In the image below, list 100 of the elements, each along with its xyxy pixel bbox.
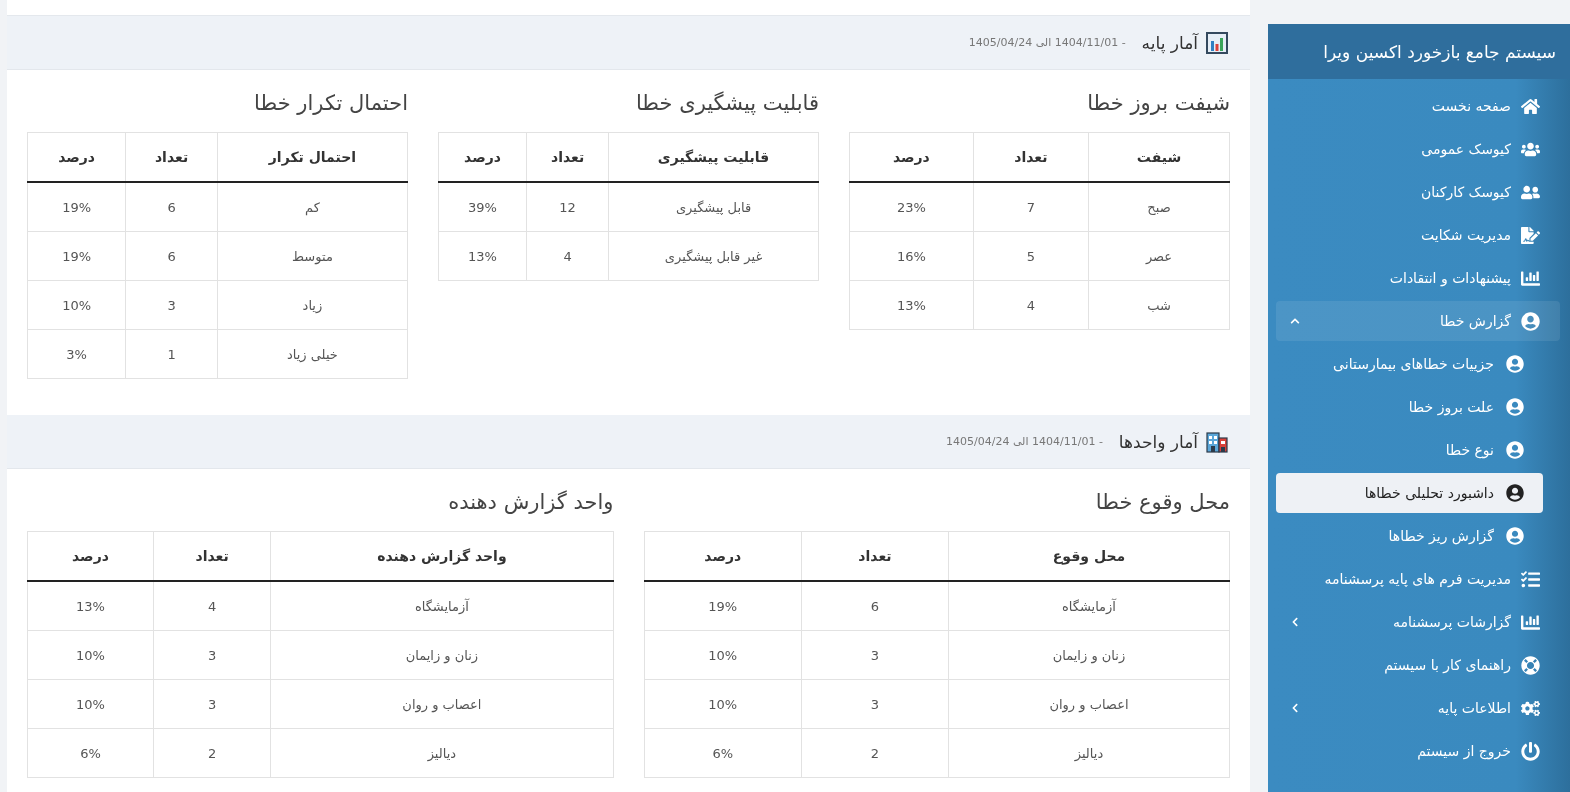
table-cell: صبح <box>1088 182 1230 232</box>
table-cell: زنان و زایمان <box>270 630 613 680</box>
table-title: احتمال تکرار خطا <box>254 90 408 117</box>
table-cell: 19% <box>27 231 126 281</box>
submenu-item[interactable]: نوع خطا <box>1276 430 1543 470</box>
section-title: آمار پایه <box>1141 32 1198 53</box>
table-cell: 4 <box>526 231 609 281</box>
table-cell: 10% <box>644 630 802 680</box>
column-header: قابلیت پیشگیری <box>608 132 819 182</box>
table-cell: 2 <box>801 728 949 778</box>
checklist-icon <box>1521 569 1540 589</box>
table-title: واحد گزارش دهنده <box>448 489 614 516</box>
bar-chart-icon <box>1206 31 1228 54</box>
table-cell: 19% <box>644 581 802 631</box>
column-header: تعداد <box>153 531 271 581</box>
submenu-item[interactable]: گزارش ریز خطاها <box>1276 516 1543 556</box>
bar-chart-icon <box>1521 268 1540 288</box>
table-cell: 6 <box>801 581 949 631</box>
table-cell: 3 <box>153 679 271 729</box>
table-cell: عصر <box>1088 231 1230 281</box>
table-cell: 3 <box>153 630 271 680</box>
table-cell: 7 <box>973 182 1089 232</box>
column-header: تعداد <box>526 132 609 182</box>
table-cell: اعصاب و روان <box>948 679 1230 729</box>
column-header: شیفت <box>1088 132 1230 182</box>
column-header: تعداد <box>973 132 1089 182</box>
bar-chart-icon <box>1521 612 1540 632</box>
table-cell: 6 <box>125 231 218 281</box>
table-cell: 19% <box>27 182 126 232</box>
menu-item[interactable]: پیشنهادات و انتقادات <box>1276 258 1560 298</box>
column-header: احتمال تکرار <box>217 132 408 182</box>
submenu-item[interactable]: داشبورد تحلیلی خطاها <box>1276 473 1543 513</box>
table-cell: 4 <box>973 280 1089 330</box>
table-cell: 6% <box>644 728 802 778</box>
table-cell: خیلی زیاد <box>217 329 408 379</box>
table-cell: متوسط <box>217 231 408 281</box>
building-icon <box>1206 430 1228 453</box>
table-cell: غیر قابل پیشگیری <box>608 231 819 281</box>
table-cell: 3 <box>801 630 949 680</box>
table-cell: زنان و زایمان <box>948 630 1230 680</box>
menu-item[interactable]: مدیریت فرم های پایه پرسشنامه <box>1276 559 1560 599</box>
table-cell: 16% <box>849 231 974 281</box>
column-header: واحد گزارش دهنده <box>270 531 613 581</box>
menu-item[interactable]: صفحه نخست <box>1276 86 1560 126</box>
table-cell: اعصاب و روان <box>270 679 613 729</box>
menu-item[interactable]: مدیریت شکایت <box>1276 215 1560 255</box>
table-cell: 5 <box>973 231 1089 281</box>
home-icon <box>1521 96 1540 116</box>
table-cell: 3 <box>801 679 949 729</box>
date-range: - 1404/11/01 الی 1405/04/24 <box>946 435 1103 448</box>
column-header: درصد <box>849 132 974 182</box>
table-cell: 10% <box>644 679 802 729</box>
table-cell: 6 <box>125 182 218 232</box>
table-cell: 1 <box>125 329 218 379</box>
signed-document-icon <box>1521 225 1540 245</box>
gears-icon <box>1521 698 1540 718</box>
table-cell: کم <box>217 182 408 232</box>
table-cell: 2 <box>153 728 271 778</box>
table-cell: 10% <box>27 280 126 330</box>
table-title: قابلیت پیشگیری خطا <box>635 90 819 117</box>
section-title: آمار واحدها <box>1118 431 1198 452</box>
menu-item[interactable]: کیوسک عمومی <box>1276 129 1560 169</box>
menu-item[interactable]: گزارش خطا <box>1276 301 1560 341</box>
table-cell: 4 <box>153 581 271 631</box>
column-header: درصد <box>27 531 154 581</box>
table-cell: 12 <box>526 182 609 232</box>
column-header: درصد <box>27 132 126 182</box>
table-cell: دیالیز <box>270 728 613 778</box>
table-cell: 13% <box>849 280 974 330</box>
column-header: درصد <box>438 132 527 182</box>
table-cell: 3% <box>27 329 126 379</box>
column-header: تعداد <box>125 132 218 182</box>
menu-item[interactable]: کیوسک کارکنان <box>1276 172 1560 212</box>
power-icon <box>1521 741 1540 761</box>
column-header: تعداد <box>801 531 949 581</box>
table-title: شیفت بروز خطا <box>1087 90 1230 117</box>
column-header: درصد <box>644 531 802 581</box>
table-cell: قابل پیشگیری <box>608 182 819 232</box>
lifebuoy-icon <box>1521 655 1540 675</box>
table-cell: شب <box>1088 280 1230 330</box>
table-title: محل وقوع خطا <box>1095 489 1230 516</box>
table-cell: 10% <box>27 630 154 680</box>
table-cell: 13% <box>438 231 527 281</box>
menu-item[interactable]: گزارشات پرسشنامه <box>1276 602 1560 642</box>
submenu-item[interactable]: جزییات خطاهای بیمارستانی <box>1276 344 1543 384</box>
table-cell: 10% <box>27 679 154 729</box>
table-cell: 3 <box>125 280 218 330</box>
table-cell: 6% <box>27 728 154 778</box>
menu-item[interactable]: اطلاعات پایه <box>1276 688 1560 728</box>
table-cell: دیالیز <box>948 728 1230 778</box>
table-cell: 13% <box>27 581 154 631</box>
table-cell: 23% <box>849 182 974 232</box>
table-cell: آزمایشگاه <box>948 581 1230 631</box>
table-cell: 39% <box>438 182 527 232</box>
date-range: - 1404/11/01 الی 1405/04/24 <box>968 36 1126 49</box>
menu-item[interactable]: خروج از سیستم <box>1276 731 1560 771</box>
column-header: محل وقوع <box>948 531 1230 581</box>
table-cell: زیاد <box>217 280 408 330</box>
menu-item[interactable]: راهنمای کار با سیستم <box>1276 645 1560 685</box>
submenu-item[interactable]: علت بروز خطا <box>1276 387 1543 427</box>
